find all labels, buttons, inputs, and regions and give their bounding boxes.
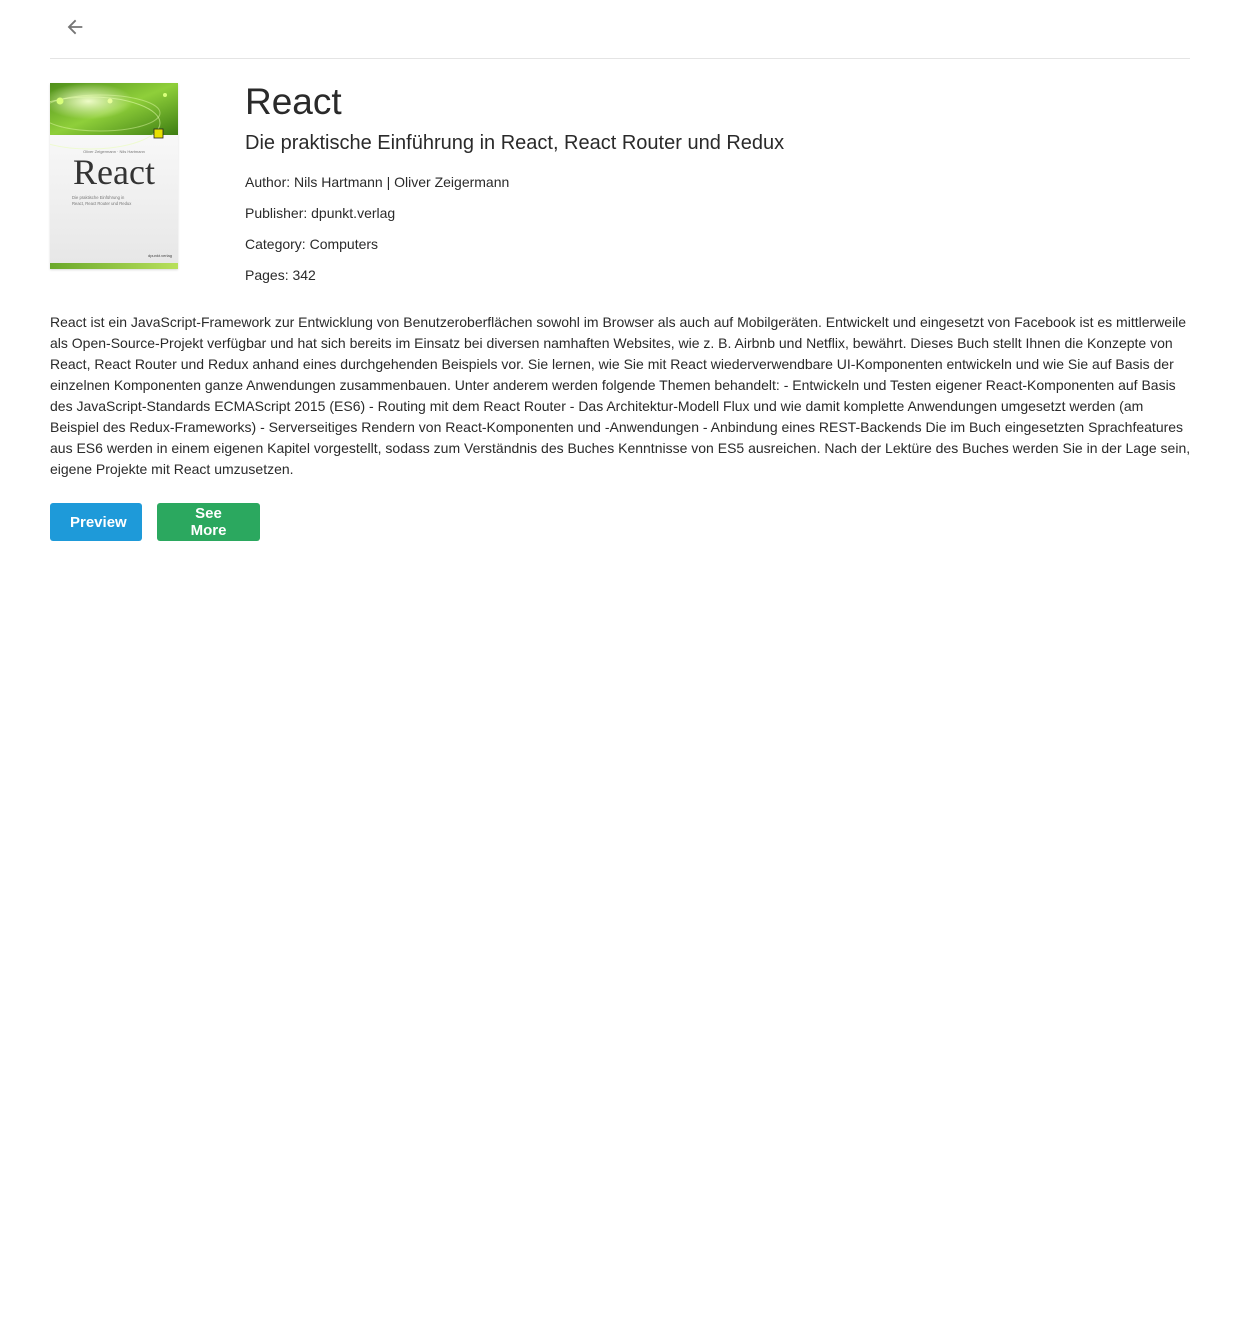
book-pages: Pages: 342 [245,267,316,283]
see-more-button[interactable]: See More [157,503,260,541]
book-category: Category: Computers [245,236,379,252]
cover-publisher: dpunkt.verlag [148,253,172,258]
book-description: React ist ein JavaScript-Framework zur E… [50,314,1191,477]
action-buttons: Preview See More [50,503,260,541]
book-info: React Die praktische Einführung in React… [245,80,1185,285]
top-bar [50,0,1190,59]
book-cover-image: Oliver Zeigermann · Nils Hartmann React … [50,83,178,269]
back-button[interactable] [62,14,88,40]
cover-subtitle-line1: Die praktische Einführung in [72,195,125,200]
arrow-left-icon [67,19,83,35]
cover-subtitle-line2: React, React Router und Redux [72,201,132,206]
preview-button[interactable]: Preview [50,503,142,541]
book-publisher: Publisher: dpunkt.verlag [245,205,396,221]
book-subtitle: Die praktische Einführung in React, Reac… [245,132,785,154]
cover-title: React [73,152,155,192]
book-detail-page: Oliver Zeigermann · Nils Hartmann React … [0,0,1240,1330]
book-title: React [245,81,342,122]
book-author: Author: Nils Hartmann | Oliver Zeigerman… [245,174,510,190]
